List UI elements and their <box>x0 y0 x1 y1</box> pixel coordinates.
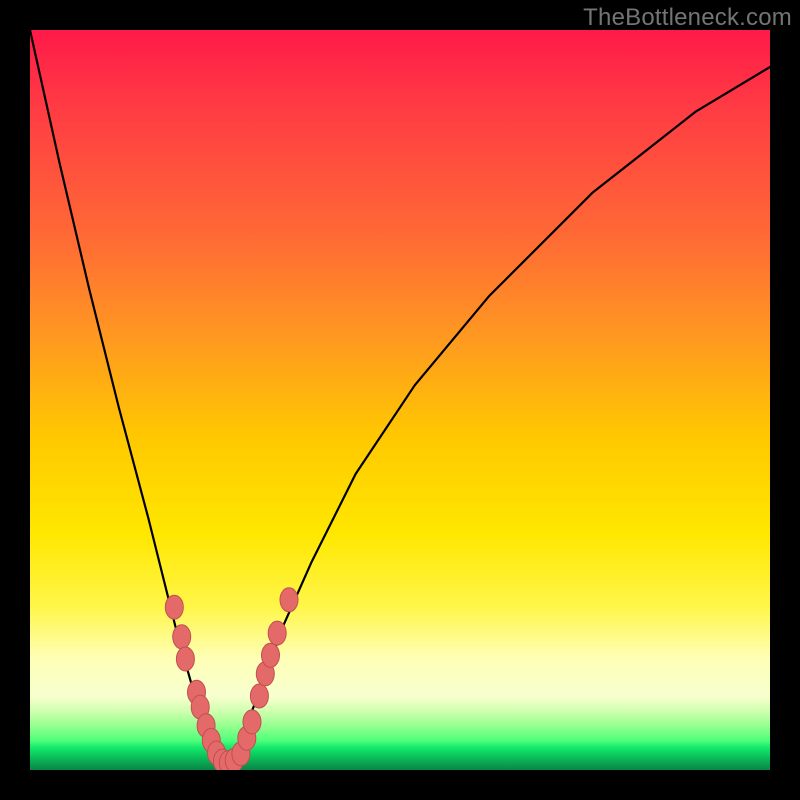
chart-frame: TheBottleneck.com <box>0 0 800 800</box>
plot-area <box>30 30 770 770</box>
curve-marker <box>262 643 280 667</box>
bottleneck-curve <box>30 30 770 766</box>
curve-marker <box>176 647 194 671</box>
curve-marker <box>165 595 183 619</box>
curve-marker <box>173 625 191 649</box>
marker-group <box>165 588 298 770</box>
watermark-text: TheBottleneck.com <box>583 4 792 32</box>
curve-layer <box>30 30 770 770</box>
curve-marker <box>243 710 261 734</box>
curve-marker <box>250 684 268 708</box>
curve-marker <box>280 588 298 612</box>
curve-marker <box>268 621 286 645</box>
